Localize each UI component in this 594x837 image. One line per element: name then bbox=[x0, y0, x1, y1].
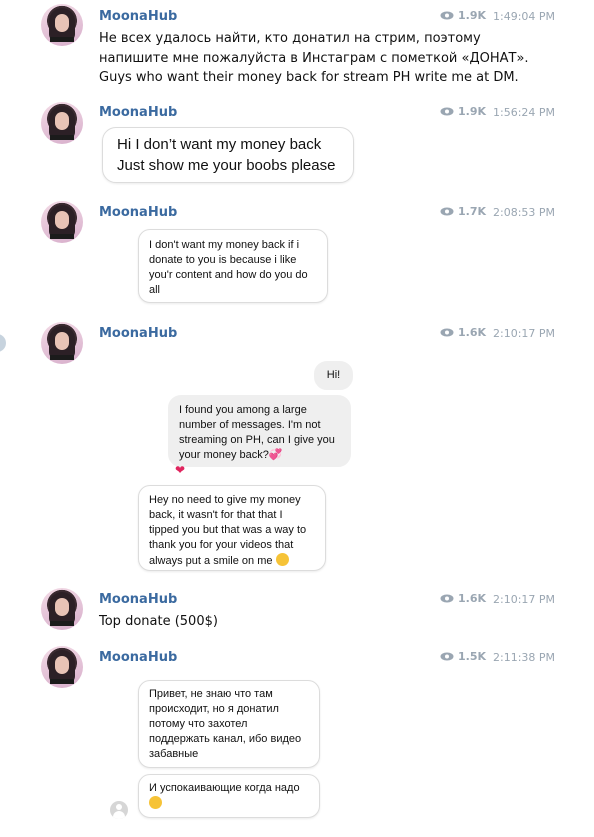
avatar[interactable] bbox=[41, 4, 83, 46]
sender-name[interactable]: MoonaHub bbox=[99, 105, 177, 120]
image-text-line: Привет, не знаю что там bbox=[149, 688, 273, 700]
eye-icon bbox=[440, 107, 454, 116]
image-text-line: your money back?💞 bbox=[179, 449, 283, 461]
avatar[interactable] bbox=[41, 646, 83, 688]
image-attachment[interactable]: I don't want my money back if i donate t… bbox=[138, 229, 328, 303]
image-text-line: all bbox=[149, 284, 161, 296]
image-hi-bubble[interactable]: Hi! bbox=[314, 361, 353, 390]
views-value: 1.5K bbox=[458, 650, 487, 663]
eye-icon bbox=[440, 652, 454, 661]
eye-icon bbox=[440, 207, 454, 216]
image-text-line: потому что захотел bbox=[149, 718, 248, 730]
image-grey-bubble[interactable]: I found you among a large number of mess… bbox=[168, 395, 351, 467]
avatar[interactable] bbox=[41, 588, 83, 630]
text-line: Guys who want their money back for strea… bbox=[99, 70, 519, 85]
image-text-line: you'r content and how do you do bbox=[149, 269, 308, 281]
views-value: 1.9K bbox=[458, 105, 487, 118]
image-text-line: Hi! bbox=[326, 369, 341, 381]
image-reply-bubble[interactable]: Hey no need to give my money back, it wa… bbox=[138, 485, 326, 571]
views-value: 1.9K bbox=[458, 9, 487, 22]
left-scroll-marker[interactable] bbox=[0, 334, 6, 352]
view-count: 1.6K bbox=[440, 592, 486, 605]
sparkle-heart-icon: 💞 bbox=[268, 449, 283, 461]
avatar[interactable] bbox=[41, 102, 83, 144]
message-text: Top donate (500$) bbox=[99, 614, 218, 629]
eye-icon bbox=[440, 328, 454, 337]
image-text-line: thank you for your videos that bbox=[149, 539, 294, 551]
avatar[interactable] bbox=[41, 201, 83, 243]
image-text-line: streaming on PH, can I give you bbox=[179, 434, 335, 446]
timestamp: 2:08:53 PM bbox=[493, 206, 556, 219]
timestamp: 2:10:17 PM bbox=[493, 327, 556, 340]
image-text-line: И успокаивающие когда надо bbox=[149, 782, 300, 794]
view-count: 1.9K bbox=[440, 105, 486, 118]
sender-name[interactable]: MoonaHub bbox=[99, 326, 177, 341]
image-text-line: поддержать канал, ибо видео bbox=[149, 733, 302, 745]
smile-emoji-icon bbox=[275, 553, 289, 566]
message-text: Не всех удалось найти, кто донатил на ст… bbox=[99, 29, 529, 88]
image-text-line: забавные bbox=[149, 748, 199, 760]
image-text-line: происходит, но я донатил bbox=[149, 703, 279, 715]
views-value: 1.7K bbox=[458, 205, 487, 218]
eye-icon bbox=[440, 11, 454, 20]
views-value: 1.6K bbox=[458, 592, 487, 605]
timestamp: 2:10:17 PM bbox=[493, 593, 556, 606]
image-text-line: I found you among a large bbox=[179, 404, 307, 416]
sender-name[interactable]: MoonaHub bbox=[99, 205, 177, 220]
view-count: 1.7K bbox=[440, 205, 486, 218]
image-attachment[interactable]: Hi I don’t want my money back Just show … bbox=[102, 127, 354, 183]
views-value: 1.6K bbox=[458, 326, 487, 339]
eye-icon bbox=[440, 594, 454, 603]
timestamp: 1:56:24 PM bbox=[493, 106, 556, 119]
smile-emoji-icon bbox=[149, 796, 162, 809]
image-text-line: Hi I don’t want my money back bbox=[117, 136, 322, 153]
image-text-line: I don't want my money back if i bbox=[149, 239, 300, 251]
view-count: 1.9K bbox=[440, 9, 486, 22]
sender-name[interactable]: MoonaHub bbox=[99, 9, 177, 24]
timestamp: 1:49:04 PM bbox=[493, 10, 556, 23]
image-text-line: back, it wasn't for that that I bbox=[149, 509, 283, 521]
image-text-line: number of messages. I'm not bbox=[179, 419, 321, 431]
image-attachment-2[interactable]: И успокаивающие когда надо bbox=[138, 774, 320, 818]
image-text-line: always put a smile on me bbox=[149, 553, 315, 569]
sender-name[interactable]: MoonaHub bbox=[99, 592, 177, 607]
text-line: напишите мне пожалуйста в Инстаграм с по… bbox=[99, 50, 529, 66]
timestamp: 2:11:38 PM bbox=[493, 651, 556, 664]
view-count: 1.6K bbox=[440, 326, 486, 339]
smile-emoji-line bbox=[149, 796, 309, 812]
text-line: Не всех удалось найти, кто донатил на ст… bbox=[99, 31, 481, 46]
image-text-line: tipped you but that was a way to bbox=[149, 524, 307, 536]
user-avatar-icon[interactable] bbox=[110, 801, 128, 819]
image-attachment[interactable]: Привет, не знаю что там происходит, но я… bbox=[138, 680, 320, 768]
image-text-line: donate to you is because i like bbox=[149, 254, 297, 266]
avatar[interactable] bbox=[41, 322, 83, 364]
heart-reaction-icon: ❤ bbox=[175, 463, 186, 477]
image-text-line: Just show me your boobs please bbox=[117, 157, 336, 174]
view-count: 1.5K bbox=[440, 650, 486, 663]
image-text-line: Hey no need to give my money bbox=[149, 494, 301, 506]
sender-name[interactable]: MoonaHub bbox=[99, 650, 177, 665]
